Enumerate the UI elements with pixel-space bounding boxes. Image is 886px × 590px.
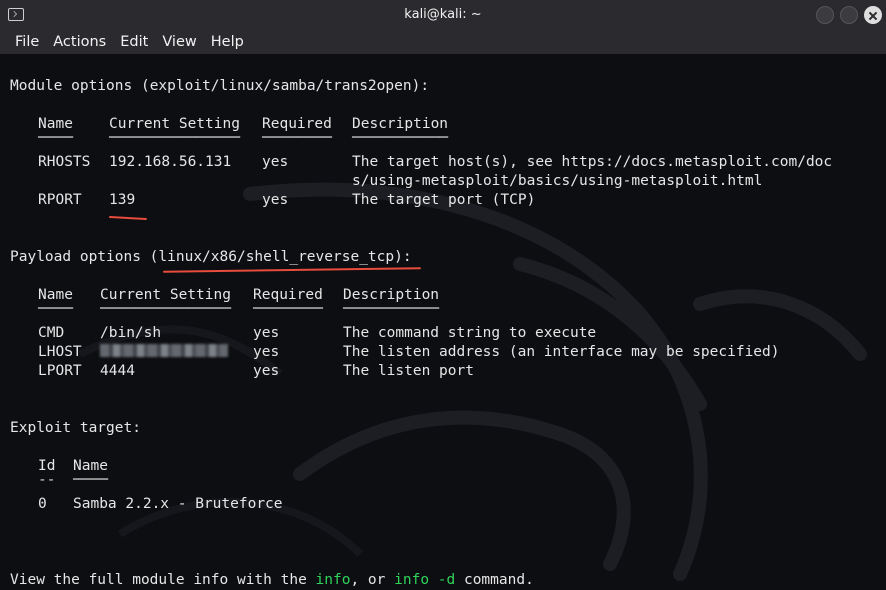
rport-desc: The target port (TCP) — [352, 192, 536, 208]
footer-line: View the full module info with the info,… — [10, 571, 534, 590]
maximize-icon[interactable] — [840, 6, 858, 24]
module-ul-required: ──────── — [262, 130, 332, 146]
lport-value: 4444 — [100, 363, 135, 379]
payload-header-suffix: ): — [394, 249, 412, 265]
rport-value: 139 — [109, 192, 136, 208]
target-row-id: 0 — [38, 496, 47, 512]
menu-file[interactable]: File — [8, 34, 46, 50]
payload-options-header: Payload options (linux/x86/shell_reverse… — [10, 248, 412, 267]
rhosts-name: RHOSTS — [38, 154, 91, 170]
rhosts-desc-cont: s/using-metasploit/basics/using-metasplo… — [352, 173, 763, 189]
lhost-required: yes — [253, 344, 280, 360]
lport-desc: The listen port — [343, 363, 474, 379]
module-ul-name: ──── — [38, 130, 73, 146]
exploit-target-header: Exploit target: — [10, 420, 141, 436]
footer-prefix: View the full module info with the — [10, 572, 316, 588]
rport-name: RPORT — [38, 192, 82, 208]
info-command: info — [315, 572, 351, 588]
lport-required: yes — [253, 363, 280, 379]
lport-name: LPORT — [38, 363, 82, 379]
payload-ul-name: ──── — [38, 301, 73, 317]
menu-bar: File Actions Edit View Help — [0, 30, 886, 54]
module-ul-setting: ─────────────── — [109, 130, 240, 146]
menu-help[interactable]: Help — [204, 34, 251, 50]
window-title: kali@kali: ~ — [404, 7, 482, 22]
payload-ul-required: ──────── — [253, 301, 323, 317]
footer-suffix: command. — [455, 572, 534, 588]
module-header-prefix: Module options ( — [10, 78, 150, 94]
module-path: exploit/linux/samba/trans2open — [149, 78, 412, 94]
info-d-command: info -d — [394, 572, 456, 588]
minimize-icon[interactable] — [816, 6, 834, 24]
module-header-suffix: ): — [411, 78, 430, 94]
redacted-ip-blur — [100, 344, 228, 357]
lhost-name: LHOST — [38, 344, 82, 360]
target-row-name: Samba 2.2.x - Bruteforce — [73, 496, 283, 512]
footer-middle: , or — [350, 572, 395, 588]
module-options-header: Module options (exploit/linux/samba/tran… — [10, 77, 429, 96]
cmd-value: /bin/sh — [100, 325, 162, 341]
menu-edit[interactable]: Edit — [113, 34, 155, 50]
rhosts-value: 192.168.56.131 — [109, 154, 232, 170]
target-ul-id: -- — [38, 472, 56, 488]
rport-required: yes — [262, 192, 289, 208]
terminal-output[interactable]: Module options (exploit/linux/samba/tran… — [0, 54, 886, 590]
cmd-desc: The command string to execute — [343, 325, 597, 341]
cmd-required: yes — [253, 325, 280, 341]
payload-path: linux/x86/shell_reverse_tcp — [158, 249, 395, 265]
target-ul-name: ──── — [73, 472, 108, 488]
close-icon[interactable] — [864, 6, 882, 24]
menu-view[interactable]: View — [155, 34, 203, 50]
cmd-name: CMD — [38, 325, 65, 341]
menu-actions[interactable]: Actions — [46, 34, 113, 50]
module-ul-description: ─────────── — [352, 130, 449, 146]
rhosts-desc: The target host(s), see https://docs.met… — [352, 154, 833, 170]
title-bar: kali@kali: ~ — [0, 0, 886, 30]
rhosts-required: yes — [262, 154, 289, 170]
lhost-desc: The listen address (an interface may be … — [343, 344, 780, 360]
lhost-value-redacted — [100, 343, 228, 362]
payload-ul-setting: ─────────────── — [100, 301, 231, 317]
payload-ul-description: ─────────── — [343, 301, 440, 317]
payload-header-prefix: Payload options ( — [10, 249, 159, 265]
